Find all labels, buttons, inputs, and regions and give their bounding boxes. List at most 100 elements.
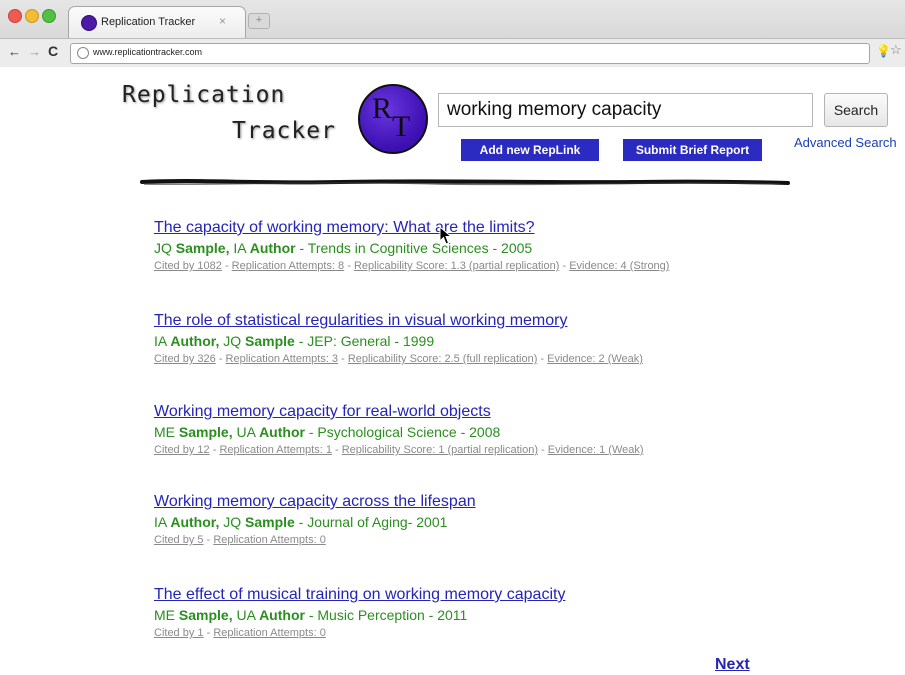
author-name: Author bbox=[259, 424, 305, 440]
back-arrow-icon[interactable]: ← bbox=[8, 44, 21, 59]
result-meta: Cited by 1 - Replication Attempts: 0 bbox=[154, 627, 854, 639]
submit-report-button[interactable]: Submit Brief Report bbox=[623, 139, 762, 161]
result-source: - Music Perception - 2011 bbox=[304, 607, 468, 623]
author-initials: IA bbox=[154, 514, 171, 530]
cited-by-link[interactable]: Cited by 326 bbox=[154, 353, 216, 365]
address-bar[interactable]: www.replicationtracker.com bbox=[70, 43, 870, 64]
logo-letter-r: R bbox=[372, 92, 393, 125]
author-initials: JQ bbox=[219, 333, 246, 349]
globe-icon bbox=[77, 47, 89, 59]
author-initials: IA bbox=[229, 240, 250, 256]
replication-attempts-link[interactable]: Replication Attempts: 0 bbox=[213, 627, 326, 639]
meta-separator: - bbox=[537, 353, 548, 365]
advanced-search-link[interactable]: Advanced Search bbox=[794, 135, 897, 150]
author-name: Author bbox=[249, 240, 296, 256]
mouse-cursor-icon bbox=[439, 226, 453, 245]
result-item: Working memory capacity for real-world o… bbox=[154, 403, 854, 456]
browser-chrome: Replication Tracker × + ← → C www.replic… bbox=[0, 0, 905, 67]
meta-separator: - bbox=[209, 444, 220, 456]
replicability-score-link[interactable]: Replicability Score: 1.3 (partial replic… bbox=[354, 260, 559, 272]
replicability-score-link[interactable]: Replicability Score: 2.5 (full replicati… bbox=[348, 353, 538, 365]
author-initials: UA bbox=[232, 607, 260, 623]
add-replink-button[interactable]: Add new RepLink bbox=[461, 139, 599, 161]
cited-by-link[interactable]: Cited by 12 bbox=[154, 444, 210, 456]
replication-attempts-link[interactable]: Replication Attempts: 3 bbox=[226, 353, 339, 365]
meta-separator: - bbox=[559, 260, 570, 272]
replication-attempts-link[interactable]: Replication Attempts: 8 bbox=[232, 260, 345, 272]
reload-icon[interactable]: C bbox=[48, 43, 58, 59]
meta-separator: - bbox=[203, 534, 214, 546]
meta-separator: - bbox=[331, 444, 342, 456]
meta-separator: - bbox=[215, 353, 226, 365]
author-name: Author bbox=[259, 607, 305, 623]
author-name: Author, bbox=[170, 333, 220, 349]
zoom-window-button[interactable] bbox=[42, 9, 56, 23]
result-title-link[interactable]: The capacity of working memory: What are… bbox=[154, 219, 854, 237]
search-button[interactable]: Search bbox=[824, 93, 888, 127]
author-name: Author, bbox=[170, 514, 220, 530]
result-meta: Cited by 1082 - Replication Attempts: 8 … bbox=[154, 260, 854, 272]
author-name: Sample, bbox=[178, 424, 233, 440]
forward-arrow-icon[interactable]: → bbox=[28, 44, 41, 59]
result-source: - Journal of Aging- 2001 bbox=[294, 514, 448, 530]
result-title-link[interactable]: The effect of musical training on workin… bbox=[154, 586, 854, 604]
author-name: Sample, bbox=[175, 240, 230, 256]
result-byline: JQ Sample, IA Author - Trends in Cogniti… bbox=[154, 240, 854, 256]
header-divider bbox=[140, 179, 790, 186]
replication-attempts-link[interactable]: Replication Attempts: 0 bbox=[213, 534, 326, 546]
logo-text-tracker: Tracker bbox=[232, 118, 336, 144]
result-title-link[interactable]: The role of statistical regularities in … bbox=[154, 312, 854, 330]
result-byline: IA Author, JQ Sample - JEP: General - 19… bbox=[154, 333, 854, 349]
meta-separator: - bbox=[338, 353, 348, 365]
result-item: The effect of musical training on workin… bbox=[154, 586, 854, 639]
result-source: - Trends in Cognitive Sciences - 2005 bbox=[295, 240, 533, 256]
cited-by-link[interactable]: Cited by 5 bbox=[154, 534, 204, 546]
result-source: - Psychological Science - 2008 bbox=[304, 424, 501, 440]
cited-by-link[interactable]: Cited by 1 bbox=[154, 627, 204, 639]
evidence-link[interactable]: Evidence: 4 (Strong) bbox=[569, 260, 669, 272]
result-meta: Cited by 12 - Replication Attempts: 1 - … bbox=[154, 444, 854, 456]
result-meta: Cited by 5 - Replication Attempts: 0 bbox=[154, 534, 854, 546]
result-meta: Cited by 326 - Replication Attempts: 3 -… bbox=[154, 353, 854, 365]
logo-letter-t: T bbox=[392, 110, 411, 143]
author-initials: ME bbox=[154, 424, 179, 440]
tab-close-icon[interactable]: × bbox=[219, 14, 226, 28]
result-title-link[interactable]: Working memory capacity across the lifes… bbox=[154, 493, 854, 511]
close-window-button[interactable] bbox=[8, 9, 22, 23]
result-byline: ME Sample, UA Author - Music Perception … bbox=[154, 607, 854, 623]
bookmark-star-icon[interactable]: ☆ bbox=[890, 42, 902, 58]
evidence-link[interactable]: Evidence: 1 (Weak) bbox=[548, 444, 644, 456]
result-byline: IA Author, JQ Sample - Journal of Aging-… bbox=[154, 514, 854, 530]
meta-separator: - bbox=[537, 444, 548, 456]
author-initials: IA bbox=[154, 333, 171, 349]
next-page-link[interactable]: Next bbox=[715, 656, 750, 674]
result-title-link[interactable]: Working memory capacity for real-world o… bbox=[154, 403, 854, 421]
tab-title: Replication Tracker bbox=[101, 16, 196, 28]
browser-tab[interactable]: Replication Tracker × bbox=[68, 6, 246, 39]
result-byline: ME Sample, UA Author - Psychological Sci… bbox=[154, 424, 854, 440]
author-name: Sample bbox=[245, 333, 295, 349]
author-initials: JQ bbox=[154, 240, 176, 256]
cited-by-link[interactable]: Cited by 1082 bbox=[154, 260, 222, 272]
minimize-window-button[interactable] bbox=[25, 9, 39, 23]
search-input[interactable] bbox=[438, 93, 813, 127]
author-name: Sample bbox=[245, 514, 295, 530]
author-initials: UA bbox=[232, 424, 260, 440]
meta-separator: - bbox=[221, 260, 232, 272]
result-item: The role of statistical regularities in … bbox=[154, 312, 854, 365]
result-source: - JEP: General - 1999 bbox=[294, 333, 435, 349]
replication-attempts-link[interactable]: Replication Attempts: 1 bbox=[219, 444, 332, 456]
result-item: The capacity of working memory: What are… bbox=[154, 219, 854, 272]
author-initials: JQ bbox=[219, 514, 246, 530]
lightbulb-icon[interactable]: 💡 bbox=[876, 44, 891, 58]
evidence-link[interactable]: Evidence: 2 (Weak) bbox=[547, 353, 643, 365]
browser-toolbar: ← → C www.replicationtracker.com 💡 ☆ bbox=[0, 38, 905, 67]
logo-text-replication: Replication bbox=[122, 82, 286, 108]
favicon-icon bbox=[81, 15, 97, 31]
meta-separator: - bbox=[203, 627, 214, 639]
author-name: Sample, bbox=[178, 607, 233, 623]
new-tab-button[interactable]: + bbox=[248, 13, 270, 29]
replicability-score-link[interactable]: Replicability Score: 1 (partial replicat… bbox=[342, 444, 538, 456]
logo-mark-icon[interactable]: R T bbox=[358, 84, 428, 154]
result-item: Working memory capacity across the lifes… bbox=[154, 493, 854, 546]
